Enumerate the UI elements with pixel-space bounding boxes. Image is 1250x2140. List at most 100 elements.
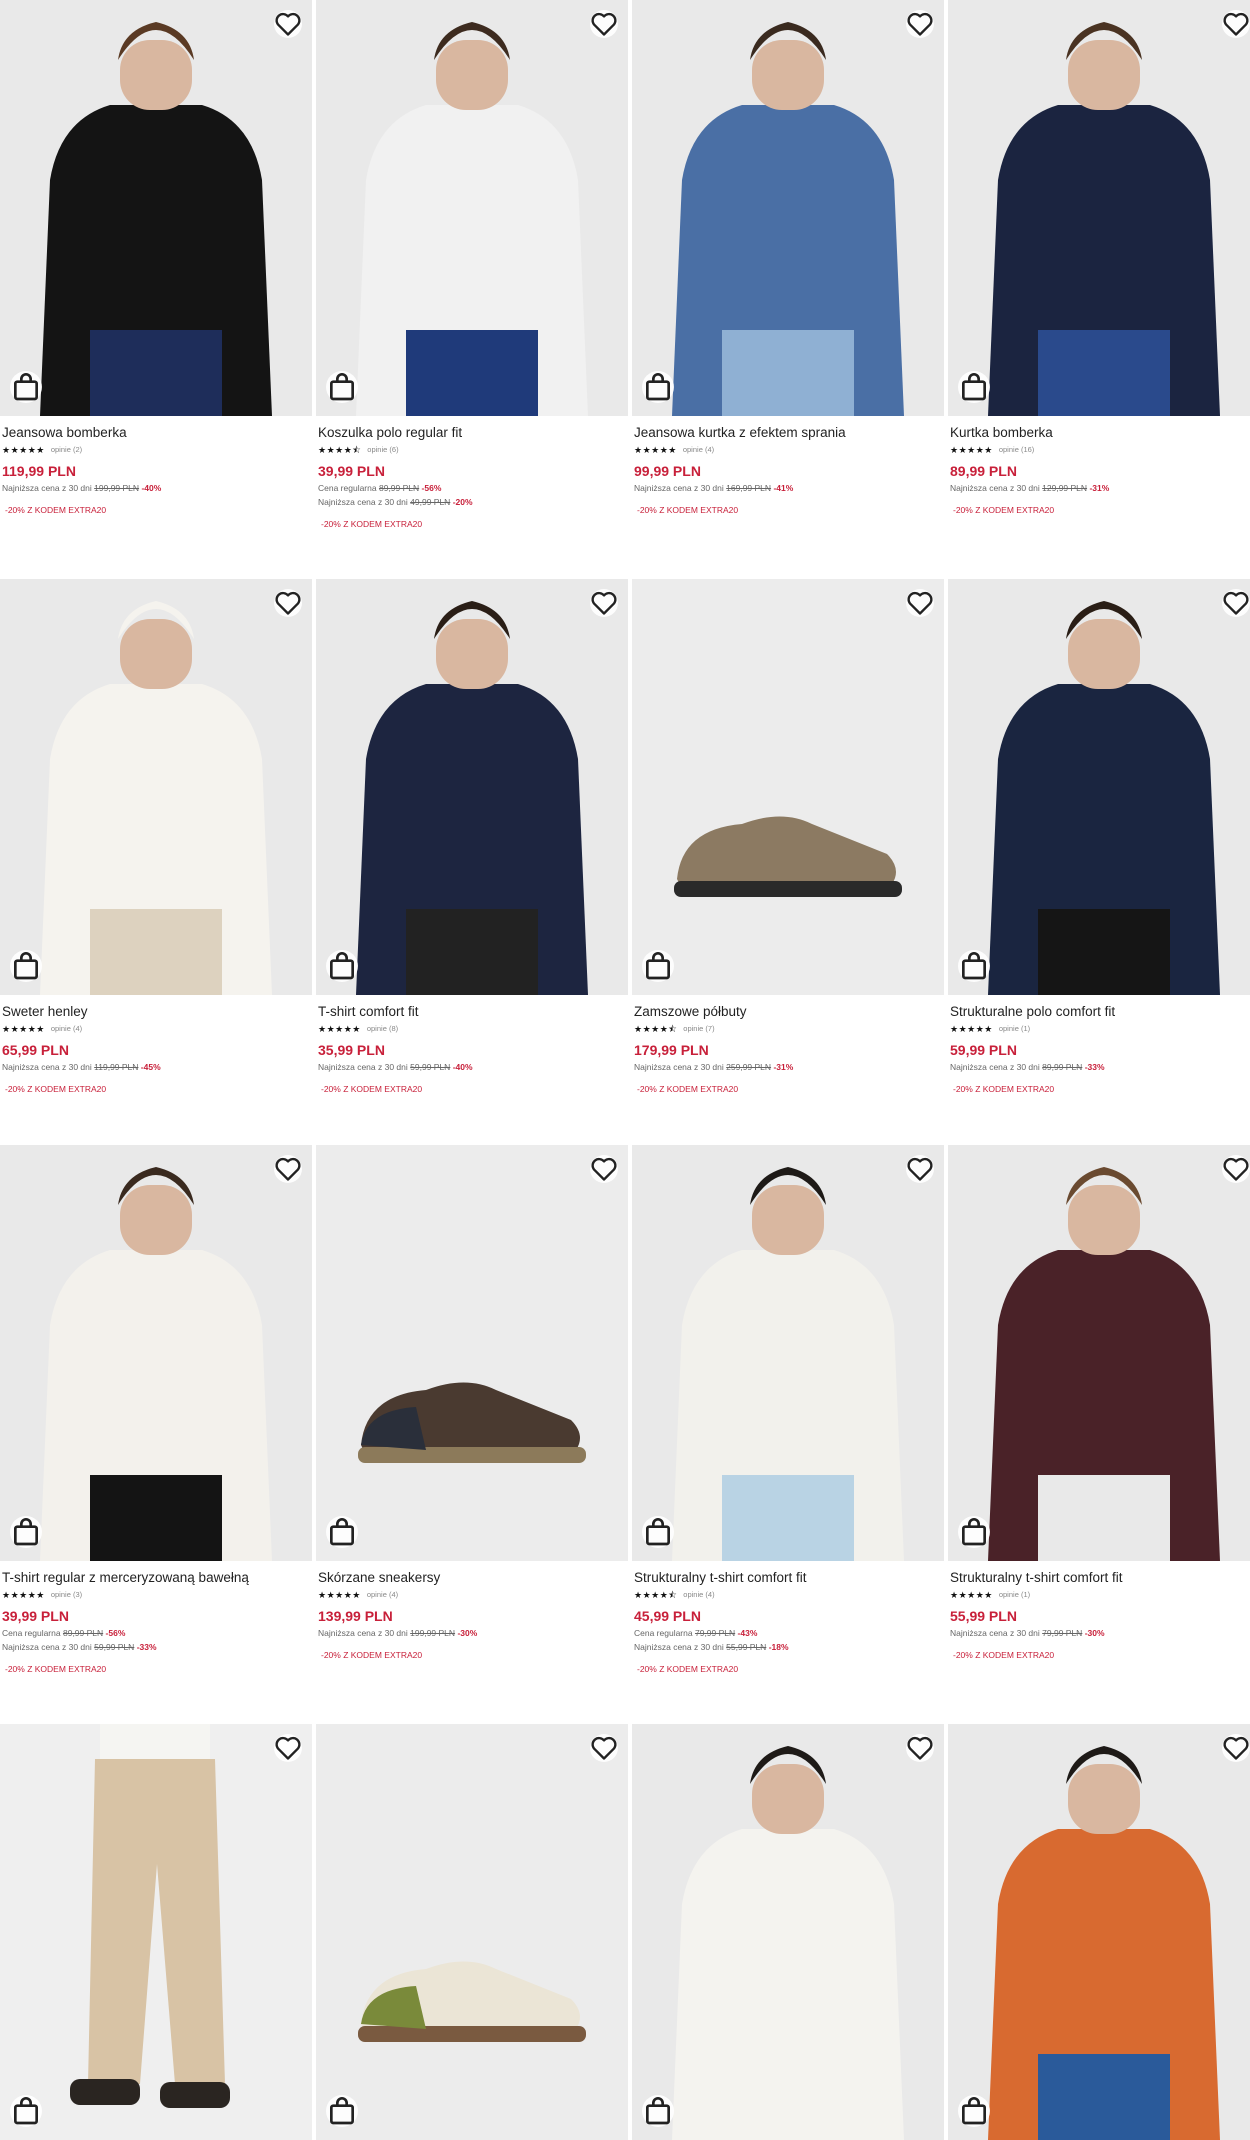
- product-card[interactable]: Strukturalne polo comfort fit ★★★★★ opinie…: [948, 579, 1250, 1095]
- star-icon: ★★★★★: [950, 1590, 993, 1600]
- heart-icon[interactable]: [906, 589, 934, 617]
- heart-icon[interactable]: [906, 10, 934, 38]
- product-card[interactable]: T-shirt comfort fit ★★★★★ opinie (8) 35,99 …: [316, 579, 628, 1095]
- shopping-bag-icon[interactable]: [326, 950, 358, 982]
- product-title[interactable]: Strukturalny t-shirt comfort fit: [634, 1569, 942, 1586]
- product-card[interactable]: Strukturalny t-shirt comfort fit ★★★★★ opi…: [948, 1145, 1250, 1661]
- review-count[interactable]: opinie (1): [999, 1023, 1030, 1035]
- product-image[interactable]: [948, 579, 1250, 995]
- product-image[interactable]: [316, 1145, 628, 1561]
- review-count[interactable]: opinie (4): [683, 444, 714, 456]
- shopping-bag-icon[interactable]: [642, 2095, 674, 2127]
- shopping-bag-icon[interactable]: [958, 1516, 990, 1548]
- product-title[interactable]: Kurtka bomberka: [950, 424, 1250, 441]
- shopping-bag-icon[interactable]: [958, 950, 990, 982]
- product-title[interactable]: Sweter henley: [2, 1003, 310, 1020]
- product-image[interactable]: [632, 0, 944, 416]
- shopping-bag-icon[interactable]: [10, 2095, 42, 2127]
- shopping-bag-icon[interactable]: [10, 1516, 42, 1548]
- shopping-bag-icon[interactable]: [642, 950, 674, 982]
- heart-icon[interactable]: [906, 1734, 934, 1762]
- shopping-bag-icon[interactable]: [326, 371, 358, 403]
- product-card[interactable]: Zamszowe półbuty ★★★★⯪ opinie (7) 179,99 PL…: [632, 579, 944, 1095]
- heart-icon[interactable]: [1222, 589, 1250, 617]
- heart-icon[interactable]: [1222, 10, 1250, 38]
- heart-icon[interactable]: [274, 1734, 302, 1762]
- product-rating: ★★★★★ opinie (1): [950, 1023, 1250, 1035]
- old-price: 55,99 PLN: [726, 1642, 767, 1652]
- product-image[interactable]: [0, 579, 312, 995]
- product-price: 119,99 PLN: [2, 463, 76, 479]
- product-card[interactable]: [0, 1724, 312, 2140]
- heart-icon[interactable]: [906, 1155, 934, 1183]
- product-title[interactable]: T-shirt comfort fit: [318, 1003, 626, 1020]
- product-image[interactable]: [632, 579, 944, 995]
- product-card[interactable]: Koszulka polo regular fit ★★★★⯪ opinie (6)…: [316, 0, 628, 530]
- review-count[interactable]: opinie (4): [51, 1023, 82, 1035]
- product-card[interactable]: [632, 1724, 944, 2140]
- heart-icon[interactable]: [1222, 1155, 1250, 1183]
- product-image[interactable]: [316, 1724, 628, 2140]
- heart-icon[interactable]: [274, 589, 302, 617]
- product-title[interactable]: Jeansowa bomberka: [2, 424, 310, 441]
- product-title[interactable]: Skórzane sneakersy: [318, 1569, 626, 1586]
- review-count[interactable]: opinie (7): [683, 1023, 714, 1035]
- review-count[interactable]: opinie (1): [999, 1589, 1030, 1601]
- product-card[interactable]: [948, 1724, 1250, 2140]
- heart-icon[interactable]: [590, 1155, 618, 1183]
- product-image[interactable]: [316, 579, 628, 995]
- price-label: Najniższa cena z 30 dni: [2, 483, 92, 493]
- review-count[interactable]: opinie (8): [367, 1023, 398, 1035]
- review-count[interactable]: opinie (2): [51, 444, 82, 456]
- review-count[interactable]: opinie (4): [367, 1589, 398, 1601]
- product-card[interactable]: Kurtka bomberka ★★★★★ opinie (16) 89,99 PLN…: [948, 0, 1250, 516]
- product-image[interactable]: [0, 1724, 312, 2140]
- product-image[interactable]: [632, 1724, 944, 2140]
- review-count[interactable]: opinie (3): [51, 1589, 82, 1601]
- product-card[interactable]: Jeansowa kurtka z efektem sprania ★★★★★ op…: [632, 0, 944, 516]
- shopping-bag-icon[interactable]: [958, 371, 990, 403]
- product-image[interactable]: [0, 0, 312, 416]
- product-title[interactable]: Strukturalny t-shirt comfort fit: [950, 1569, 1250, 1586]
- heart-icon[interactable]: [274, 10, 302, 38]
- heart-icon[interactable]: [590, 1734, 618, 1762]
- review-count[interactable]: opinie (6): [367, 444, 398, 456]
- heart-icon[interactable]: [1222, 1734, 1250, 1762]
- review-count[interactable]: opinie (4): [683, 1589, 714, 1601]
- star-icon: ★★★★⯪: [318, 445, 362, 455]
- product-card[interactable]: Jeansowa bomberka ★★★★★ opinie (2) 119,99 P…: [0, 0, 312, 516]
- product-image[interactable]: [948, 1145, 1250, 1561]
- shopping-bag-icon[interactable]: [326, 1516, 358, 1548]
- product-image[interactable]: [0, 1145, 312, 1561]
- shopping-bag-icon[interactable]: [958, 2095, 990, 2127]
- shopping-bag-icon[interactable]: [642, 371, 674, 403]
- review-count[interactable]: opinie (16): [999, 444, 1034, 456]
- heart-icon[interactable]: [274, 1155, 302, 1183]
- price-history-line: Cena regularna 89,99 PLN -56%: [318, 483, 626, 494]
- heart-icon[interactable]: [590, 589, 618, 617]
- product-image[interactable]: [632, 1145, 944, 1561]
- product-card[interactable]: Strukturalny t-shirt comfort fit ★★★★⯪ opi…: [632, 1145, 944, 1675]
- product-card[interactable]: Skórzane sneakersy ★★★★★ opinie (4) 139,99 …: [316, 1145, 628, 1661]
- product-title[interactable]: T-shirt regular z merceryzowaną bawełną: [2, 1569, 310, 1586]
- shopping-bag-icon[interactable]: [326, 2095, 358, 2127]
- product-photo: [0, 1145, 312, 1561]
- product-title[interactable]: Zamszowe półbuty: [634, 1003, 942, 1020]
- product-card[interactable]: [316, 1724, 628, 2140]
- product-rating: ★★★★⯪ opinie (6): [318, 444, 626, 456]
- product-card[interactable]: T-shirt regular z merceryzowaną bawełną ★…: [0, 1145, 312, 1675]
- heart-icon[interactable]: [590, 10, 618, 38]
- product-image[interactable]: [948, 1724, 1250, 2140]
- price-label: Najniższa cena z 30 dni: [950, 483, 1040, 493]
- old-price: 89,99 PLN: [1042, 1062, 1083, 1072]
- product-title[interactable]: Jeansowa kurtka z efektem sprania: [634, 424, 942, 441]
- price-history-line: Najniższa cena z 30 dni 119,99 PLN -45%: [2, 1062, 310, 1073]
- shopping-bag-icon[interactable]: [10, 371, 42, 403]
- product-card[interactable]: Sweter henley ★★★★★ opinie (4) 65,99 PLN Naj…: [0, 579, 312, 1095]
- product-image[interactable]: [948, 0, 1250, 416]
- product-title[interactable]: Strukturalne polo comfort fit: [950, 1003, 1250, 1020]
- product-title[interactable]: Koszulka polo regular fit: [318, 424, 626, 441]
- product-image[interactable]: [316, 0, 628, 416]
- shopping-bag-icon[interactable]: [642, 1516, 674, 1548]
- shopping-bag-icon[interactable]: [10, 950, 42, 982]
